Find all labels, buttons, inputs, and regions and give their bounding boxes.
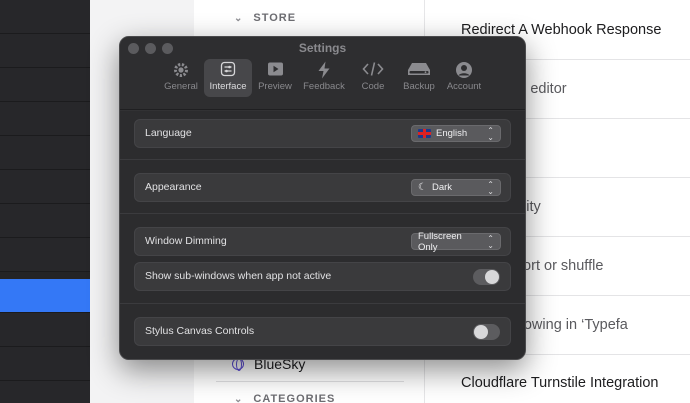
stylus-label: Stylus Canvas Controls <box>145 325 255 337</box>
account-icon <box>440 61 488 81</box>
uk-flag-icon <box>418 129 431 138</box>
topic-title[interactable]: Cloudflare Turnstile Integration <box>461 375 658 391</box>
gear-icon <box>157 61 205 81</box>
appearance-row: Appearance ☾ Dark ⌃ ⌄ <box>134 173 511 202</box>
sub-windows-toggle[interactable] <box>473 269 500 285</box>
bolt-icon <box>300 61 348 81</box>
window-dimming-row: Window Dimming Fullscreen Only ⌃ ⌄ <box>134 227 511 256</box>
appearance-select[interactable]: ☾ Dark ⌃ ⌄ <box>411 179 501 196</box>
sidebar-row[interactable] <box>0 347 90 381</box>
divider <box>120 159 525 160</box>
settings-content: Language English ⌃ ⌄ Appearance ☾ Dark ⌃ ⌄… <box>120 111 525 359</box>
sidebar-row[interactable] <box>0 238 90 272</box>
play-icon <box>251 61 299 81</box>
language-select[interactable]: English ⌃ ⌄ <box>411 125 501 142</box>
tab-label: Interface <box>209 81 247 92</box>
sidebar-row[interactable] <box>0 313 90 347</box>
window-dimming-select[interactable]: Fullscreen Only ⌃ ⌄ <box>411 230 501 253</box>
drive-icon <box>395 61 443 81</box>
sub-windows-label: Show sub-windows when app not active <box>145 270 332 282</box>
tab-label: Feedback <box>303 81 345 92</box>
settings-window: Settings General Interface Preview Feedb… <box>119 36 526 360</box>
tab-preview[interactable]: Preview <box>251 59 299 97</box>
divider <box>216 381 404 382</box>
left-sidebar <box>0 0 90 403</box>
tab-label: Preview <box>258 81 292 92</box>
tab-label: General <box>164 81 198 92</box>
tab-code[interactable]: Code <box>349 59 397 97</box>
language-row: Language English ⌃ ⌄ <box>134 119 511 148</box>
language-label: Language <box>145 127 192 139</box>
sidebar-row[interactable] <box>0 170 90 204</box>
sidebar-row[interactable] <box>0 68 90 102</box>
window-dimming-label: Window Dimming <box>145 235 227 247</box>
sidebar-row[interactable] <box>0 0 90 34</box>
chevron-down-icon: ⌄ <box>234 393 244 403</box>
toggle-knob <box>474 325 488 339</box>
window-titlebar[interactable]: Settings General Interface Preview Feedb… <box>120 37 525 110</box>
categories-heading: CATEGORIES <box>253 393 336 403</box>
divider <box>120 213 525 214</box>
appearance-label: Appearance <box>145 181 202 193</box>
sidebar-row[interactable] <box>0 136 90 170</box>
tab-general[interactable]: General <box>157 59 205 97</box>
tab-backup[interactable]: Backup <box>395 59 443 97</box>
updown-arrows-icon: ⌃ ⌄ <box>487 233 494 250</box>
sidebar-row[interactable] <box>0 102 90 136</box>
divider <box>120 303 525 304</box>
moon-icon: ☾ <box>418 182 427 193</box>
sub-windows-row: Show sub-windows when app not active <box>134 262 511 291</box>
sidebar-row[interactable] <box>0 381 90 403</box>
tab-label: Backup <box>403 81 435 92</box>
updown-arrows-icon: ⌃ ⌄ <box>487 179 494 196</box>
toggle-knob <box>485 270 499 284</box>
tab-label: Account <box>446 81 482 92</box>
tab-label: Code <box>361 81 385 92</box>
chevron-down-icon: ⌄ <box>234 12 244 24</box>
sidebar-row-selected[interactable] <box>0 279 90 313</box>
window-dimming-value: Fullscreen Only <box>418 230 462 253</box>
categories-section-header[interactable]: ⌄ CATEGORIES <box>234 393 335 403</box>
stylus-toggle[interactable] <box>473 324 500 340</box>
sidebar-row[interactable] <box>0 204 90 238</box>
store-section-header[interactable]: ⌄ STORE <box>234 12 296 24</box>
language-value: English <box>436 128 468 139</box>
window-title: Settings <box>298 41 347 55</box>
code-icon <box>349 61 397 81</box>
tab-interface[interactable]: Interface <box>204 59 252 97</box>
tab-account[interactable]: Account <box>440 59 488 97</box>
stylus-row: Stylus Canvas Controls <box>134 317 511 346</box>
appearance-value: Dark <box>431 182 453 193</box>
updown-arrows-icon: ⌃ ⌄ <box>487 125 494 142</box>
sliders-icon <box>204 61 252 81</box>
sidebar-row[interactable] <box>0 34 90 68</box>
tab-feedback[interactable]: Feedback <box>300 59 348 97</box>
store-heading: STORE <box>253 12 297 24</box>
